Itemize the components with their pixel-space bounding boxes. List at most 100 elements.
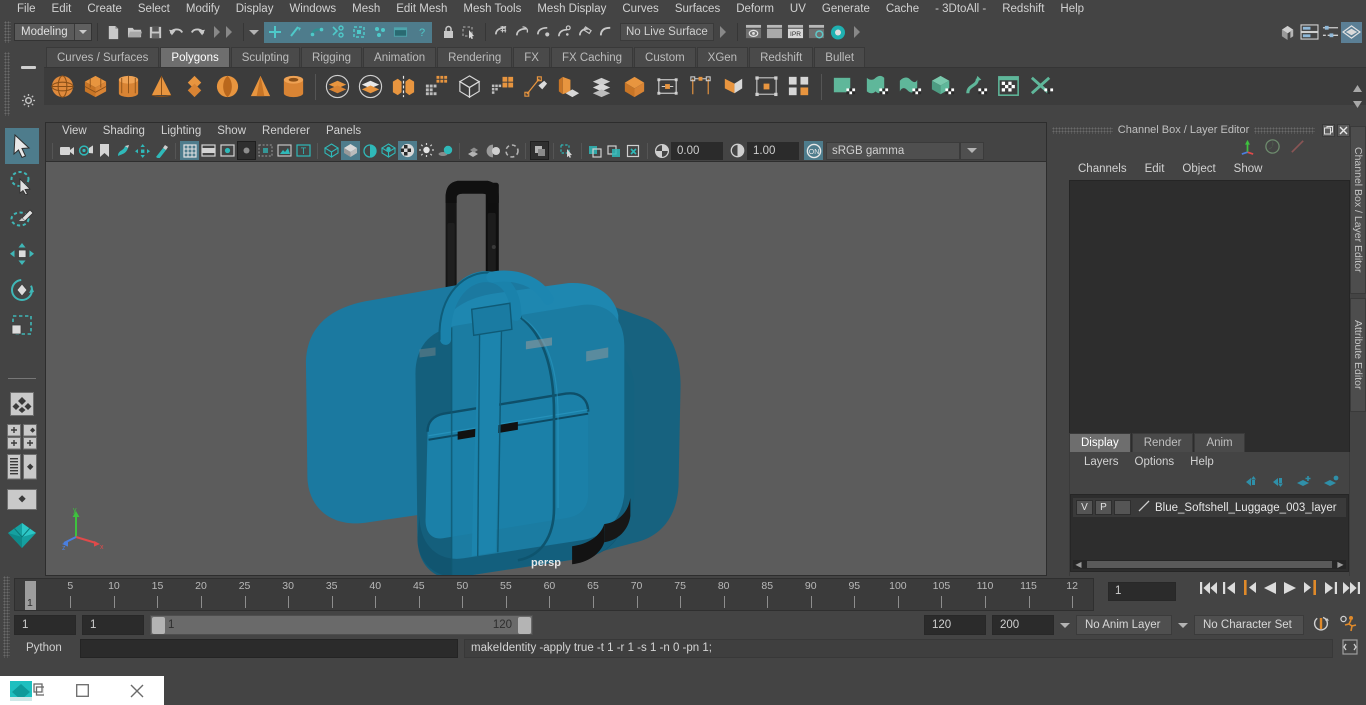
shelf-tab-animation[interactable]: Animation xyxy=(363,47,437,67)
side-tab-attribute-editor[interactable]: Attribute Editor xyxy=(1350,298,1366,412)
textured-icon[interactable] xyxy=(398,141,417,160)
menu-create[interactable]: Create xyxy=(79,0,130,19)
hypershade-layout-icon[interactable] xyxy=(5,518,39,552)
channel-box-menu-show[interactable]: Show xyxy=(1225,163,1272,175)
menu-uv[interactable]: UV xyxy=(782,0,814,19)
snap-grid-icon[interactable] xyxy=(491,22,512,43)
layer-menu-options[interactable]: Options xyxy=(1127,456,1183,468)
live-surface-expand-icon[interactable] xyxy=(720,26,726,38)
scale-tool-icon[interactable] xyxy=(5,308,39,344)
channel-box-icon[interactable] xyxy=(1239,138,1256,158)
poly-booleans-union-icon[interactable] xyxy=(321,70,354,103)
move-layer-up-icon[interactable] xyxy=(1242,475,1258,491)
render-settings-icon[interactable] xyxy=(806,22,827,43)
step-forward-key-icon[interactable] xyxy=(1303,580,1318,598)
uv-contour-stretch-icon[interactable] xyxy=(959,70,992,103)
select-camera-icon[interactable] xyxy=(57,141,76,160)
film-origin-icon[interactable] xyxy=(256,141,275,160)
snap-projected-center-icon[interactable] xyxy=(554,22,575,43)
shelf-scroll-arrows[interactable] xyxy=(1350,80,1364,114)
shelf-tab-rigging[interactable]: Rigging xyxy=(301,47,363,67)
poly-reduce-icon[interactable] xyxy=(486,70,519,103)
animation-preferences-icon[interactable] xyxy=(1339,615,1358,635)
poly-bridge-icon[interactable] xyxy=(618,70,651,103)
show-hide-attribute-editor-icon[interactable] xyxy=(1299,22,1320,43)
redo-icon[interactable] xyxy=(187,22,208,43)
smooth-shade-all-icon[interactable] xyxy=(341,141,360,160)
menu-set-selector[interactable]: Modeling xyxy=(14,23,92,41)
poly-sphere-icon[interactable] xyxy=(46,70,79,103)
camera-attributes-icon[interactable] xyxy=(76,141,95,160)
xray-joints-icon[interactable] xyxy=(605,141,624,160)
screen-space-ao-icon[interactable] xyxy=(464,141,483,160)
gate-mask-icon[interactable] xyxy=(237,141,256,160)
menu-windows[interactable]: Windows xyxy=(281,0,344,19)
create-new-layer-icon[interactable] xyxy=(1296,475,1312,491)
mask-face-icon[interactable] xyxy=(306,21,327,43)
uv-automatic-icon[interactable] xyxy=(926,70,959,103)
current-frame-field[interactable]: 1 xyxy=(1108,582,1176,601)
shelf-tab-xgen[interactable]: XGen xyxy=(696,47,749,67)
select-by-object-icon[interactable] xyxy=(226,26,232,38)
step-back-key-icon[interactable] xyxy=(1242,580,1257,598)
step-forward-frame-icon[interactable] xyxy=(1324,581,1337,598)
isolate-select-icon[interactable] xyxy=(558,141,577,160)
layer-tab-anim[interactable]: Anim xyxy=(1194,433,1245,452)
open-scene-icon[interactable] xyxy=(124,22,145,43)
film-gate-icon[interactable] xyxy=(199,141,218,160)
show-hide-modeling-toolkit-icon[interactable] xyxy=(1278,22,1299,43)
poly-smooth-icon[interactable] xyxy=(453,70,486,103)
panel-drag-dots-right[interactable] xyxy=(1254,126,1315,134)
command-language-label[interactable]: Python xyxy=(14,642,74,654)
viewport-menu-panels[interactable]: Panels xyxy=(318,123,369,140)
range-end-field[interactable]: 120 xyxy=(924,615,986,635)
shelf-tab-fx-caching[interactable]: FX Caching xyxy=(550,47,634,67)
command-input[interactable] xyxy=(80,638,458,658)
xray-icon[interactable] xyxy=(586,141,605,160)
shelf-tab-rendering[interactable]: Rendering xyxy=(437,47,513,67)
menu-3dtoall[interactable]: - 3DtoAll - xyxy=(927,0,994,19)
shelf-tab-bullet[interactable]: Bullet xyxy=(814,47,866,67)
mask-help-icon[interactable]: ? xyxy=(411,21,432,43)
contrast-icon[interactable] xyxy=(728,141,747,160)
status-line-grip[interactable] xyxy=(4,21,11,43)
range-start-handle[interactable] xyxy=(152,616,165,634)
range-start-field[interactable]: 1 xyxy=(82,615,144,635)
four-view-layout-icon[interactable] xyxy=(5,422,39,452)
color-management-dropdown-icon[interactable] xyxy=(960,141,984,160)
scroll-right-icon[interactable]: ▶ xyxy=(1335,560,1346,569)
chevron-down-icon[interactable] xyxy=(74,24,91,40)
menu-deform[interactable]: Deform xyxy=(728,0,782,19)
uv-cylindrical-icon[interactable] xyxy=(860,70,893,103)
menu-generate[interactable]: Generate xyxy=(814,0,878,19)
title-safe-icon[interactable]: T xyxy=(294,141,313,160)
persp-outliner-layout-icon[interactable] xyxy=(5,452,39,482)
depth-of-field-icon[interactable] xyxy=(530,141,549,160)
layer-playback-toggle[interactable]: P xyxy=(1095,500,1112,515)
2d-pan-zoom-icon[interactable] xyxy=(133,141,152,160)
step-back-frame-icon[interactable] xyxy=(1223,581,1236,598)
menu-edit-mesh[interactable]: Edit Mesh xyxy=(388,0,455,19)
poly-combine-icon[interactable] xyxy=(420,70,453,103)
mask-vertex-icon[interactable] xyxy=(264,21,285,43)
poly-create-tool-icon[interactable] xyxy=(519,70,552,103)
persp-graph-editor-layout-icon[interactable] xyxy=(5,482,39,518)
color-management-field[interactable]: sRGB gamma xyxy=(826,141,960,160)
current-time-indicator[interactable]: 1 xyxy=(25,581,36,610)
play-forwards-icon[interactable] xyxy=(1283,581,1297,598)
poly-append-icon[interactable] xyxy=(651,70,684,103)
mask-vertex-face-icon[interactable] xyxy=(348,21,369,43)
shelf-tab-sculpting[interactable]: Sculpting xyxy=(230,47,301,67)
menu-file[interactable]: File xyxy=(9,0,44,19)
select-by-hierarchy-icon[interactable] xyxy=(214,26,220,38)
lock-selection-icon[interactable] xyxy=(438,22,459,43)
maximize-window-icon[interactable] xyxy=(55,676,110,705)
animation-start-field[interactable]: 1 xyxy=(14,615,76,635)
use-all-lights-icon[interactable] xyxy=(417,141,436,160)
play-backwards-icon[interactable] xyxy=(1263,581,1277,598)
snap-curve-icon[interactable] xyxy=(512,22,533,43)
poly-multicut-icon[interactable] xyxy=(717,70,750,103)
new-scene-icon[interactable] xyxy=(103,22,124,43)
panel-drag-dots-left[interactable] xyxy=(1052,126,1113,134)
uv-spherical-icon[interactable] xyxy=(893,70,926,103)
